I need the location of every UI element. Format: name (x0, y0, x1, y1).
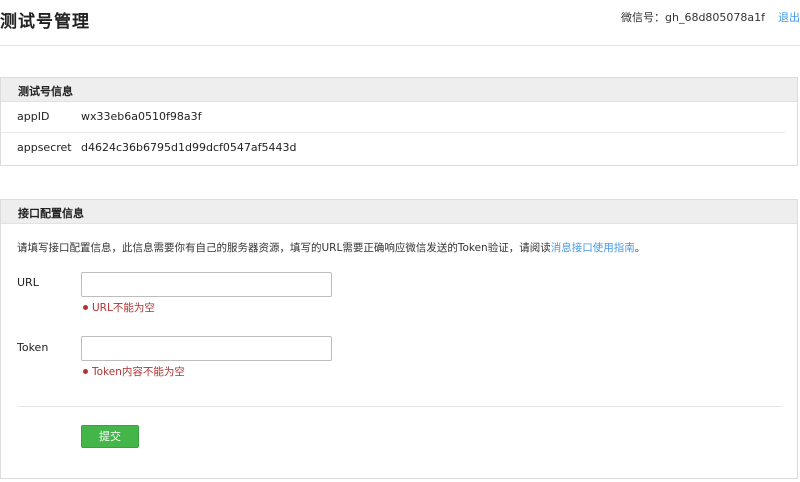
account-label: 微信号： (621, 11, 665, 24)
url-error: URL不能为空 (81, 300, 155, 315)
header: 测试号管理 微信号：gh_68d805078a1f 退出 (0, 0, 800, 46)
logout-link[interactable]: 退出 (778, 9, 800, 25)
appsecret-label: appsecret (17, 141, 72, 154)
appsecret-value: d4624c36b6795d1d99dcf0547af5443d (81, 141, 297, 154)
appid-label: appID (17, 110, 50, 123)
account-value: gh_68d805078a1f (665, 11, 766, 24)
info-row-appid: appID wx33eb6a0510f98a3f (1, 102, 785, 133)
page-title: 测试号管理 (0, 12, 90, 32)
config-description-text: 请填写接口配置信息，此信息需要你有自己的服务器资源，填写的URL需要正确响应微信… (17, 242, 551, 254)
guide-link[interactable]: 消息接口使用指南 (551, 242, 635, 254)
config-description-end: 。 (634, 242, 646, 254)
url-error-text: URL不能为空 (92, 302, 155, 314)
interface-config-panel-title: 接口配置信息 (1, 200, 797, 224)
form-divider (17, 406, 783, 407)
url-label: URL (17, 276, 39, 289)
error-dot-icon (83, 305, 88, 310)
test-account-panel: 测试号信息 appID wx33eb6a0510f98a3f appsecret… (0, 77, 798, 166)
token-error: Token内容不能为空 (81, 364, 185, 379)
submit-button[interactable]: 提交 (81, 425, 139, 448)
url-input[interactable] (81, 272, 332, 297)
error-dot-icon (83, 369, 88, 374)
account-id: 微信号：gh_68d805078a1f (621, 9, 765, 25)
token-input[interactable] (81, 336, 332, 361)
appid-value: wx33eb6a0510f98a3f (81, 110, 202, 123)
info-row-appsecret: appsecret d4624c36b6795d1d99dcf0547af544… (1, 133, 785, 164)
token-error-text: Token内容不能为空 (92, 366, 185, 378)
config-description: 请填写接口配置信息，此信息需要你有自己的服务器资源，填写的URL需要正确响应微信… (17, 240, 645, 255)
test-account-panel-title: 测试号信息 (1, 78, 797, 102)
interface-config-panel: 接口配置信息 请填写接口配置信息，此信息需要你有自己的服务器资源，填写的URL需… (0, 199, 798, 479)
token-label: Token (17, 341, 49, 354)
